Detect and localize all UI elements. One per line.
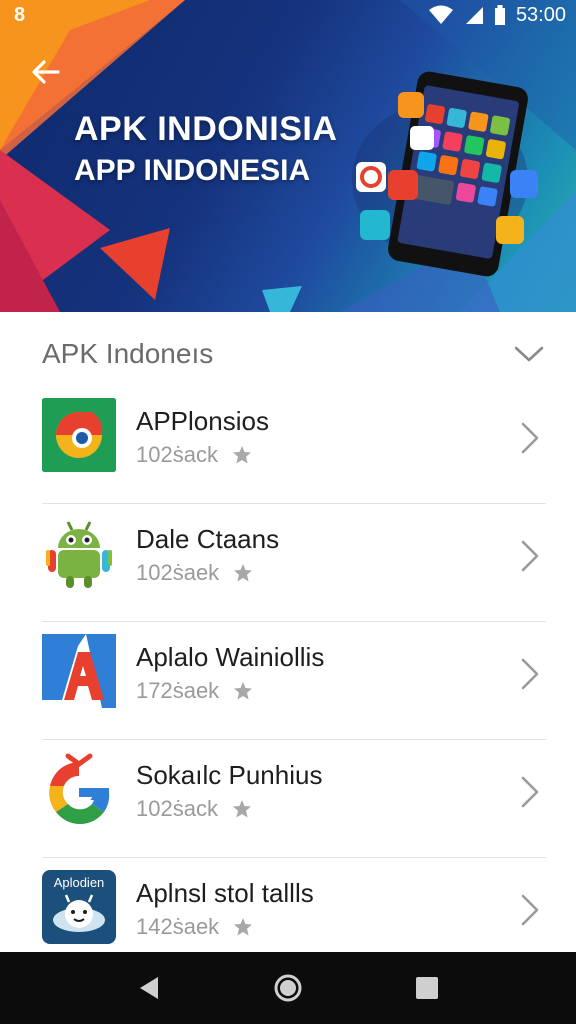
wifi-icon bbox=[428, 5, 453, 24]
notification-glyph: 8 bbox=[14, 3, 26, 26]
app-list-item[interactable]: Sokaılc Punhius 102ṡack bbox=[0, 740, 576, 858]
signal-icon bbox=[465, 7, 483, 24]
chevron-down-icon bbox=[514, 346, 544, 362]
chevron-right-icon bbox=[521, 894, 539, 926]
app-name: Dale Ctaans bbox=[136, 524, 280, 554]
system-nav-bar bbox=[0, 952, 576, 1024]
hero-banner: APK INDONISIA APP INDONESIA bbox=[0, 0, 576, 312]
aplodien-icon-label: Aplodien bbox=[54, 875, 105, 890]
chevron-right-icon bbox=[521, 422, 539, 454]
app-meta: 102ṡack bbox=[136, 796, 252, 822]
android-robot-icon bbox=[46, 521, 112, 588]
battery-icon bbox=[494, 5, 505, 25]
chrome-like-icon bbox=[42, 398, 116, 472]
app-size: 102ṡaek bbox=[136, 560, 220, 585]
app-size: 142ṡaek bbox=[136, 914, 220, 939]
app-meta: 102ṡaek bbox=[136, 560, 253, 586]
app-meta: 142ṡaek bbox=[136, 914, 253, 940]
chevron-right-icon bbox=[521, 540, 539, 572]
star-icon bbox=[234, 564, 253, 582]
phone-illustration bbox=[352, 71, 538, 277]
chevron-right-icon bbox=[521, 776, 539, 808]
status-bar: 8 53:00 bbox=[0, 0, 576, 30]
back-arrow-button[interactable] bbox=[24, 50, 68, 94]
app-list-item[interactable]: Dale Ctaans 102ṡaek bbox=[0, 504, 576, 622]
hero-subtitle: APP INDONESIA bbox=[74, 154, 311, 187]
hero-title: APK INDONISIA bbox=[74, 110, 338, 148]
app-meta: 172ṡaek bbox=[136, 678, 253, 704]
expand-section-button[interactable] bbox=[512, 337, 546, 371]
nav-home-button[interactable] bbox=[264, 964, 312, 1012]
red-a-icon bbox=[42, 634, 116, 708]
square-recents-icon bbox=[415, 977, 438, 999]
app-name: Aplnsl stol tallls bbox=[136, 878, 314, 908]
chevron-right-icon bbox=[521, 658, 539, 690]
star-icon bbox=[234, 918, 253, 936]
circle-home-icon bbox=[274, 974, 302, 1002]
app-meta: 102ṡack bbox=[136, 442, 252, 468]
app-name: Sokaılc Punhius bbox=[136, 760, 323, 790]
section-header[interactable]: APK Indoneıs bbox=[0, 322, 576, 386]
app-list: APPlonsios 102ṡack Dale Ctaans 102ṡaek A… bbox=[0, 386, 576, 976]
triangle-back-icon bbox=[140, 977, 159, 999]
star-icon bbox=[232, 800, 251, 818]
aplodien-icon: Aplodien bbox=[42, 870, 116, 944]
app-size: 172ṡaek bbox=[136, 678, 220, 703]
app-list-item[interactable]: APPlonsios 102ṡack bbox=[0, 386, 576, 504]
back-arrow-icon bbox=[32, 60, 60, 84]
status-time: 53:00 bbox=[515, 3, 566, 26]
star-icon bbox=[232, 446, 251, 464]
section-title: APK Indoneıs bbox=[42, 338, 214, 369]
app-list-item[interactable]: Aplalo Wainiollis 172ṡaek bbox=[0, 622, 576, 740]
app-name: Aplalo Wainiollis bbox=[136, 642, 325, 672]
nav-recents-button[interactable] bbox=[403, 964, 451, 1012]
app-size: 102ṡack bbox=[136, 442, 218, 467]
app-name: APPlonsios bbox=[136, 406, 269, 436]
g-logo-icon bbox=[49, 753, 110, 824]
nav-back-button[interactable] bbox=[125, 964, 173, 1012]
star-icon bbox=[234, 682, 253, 700]
app-size: 102ṡack bbox=[136, 796, 218, 821]
